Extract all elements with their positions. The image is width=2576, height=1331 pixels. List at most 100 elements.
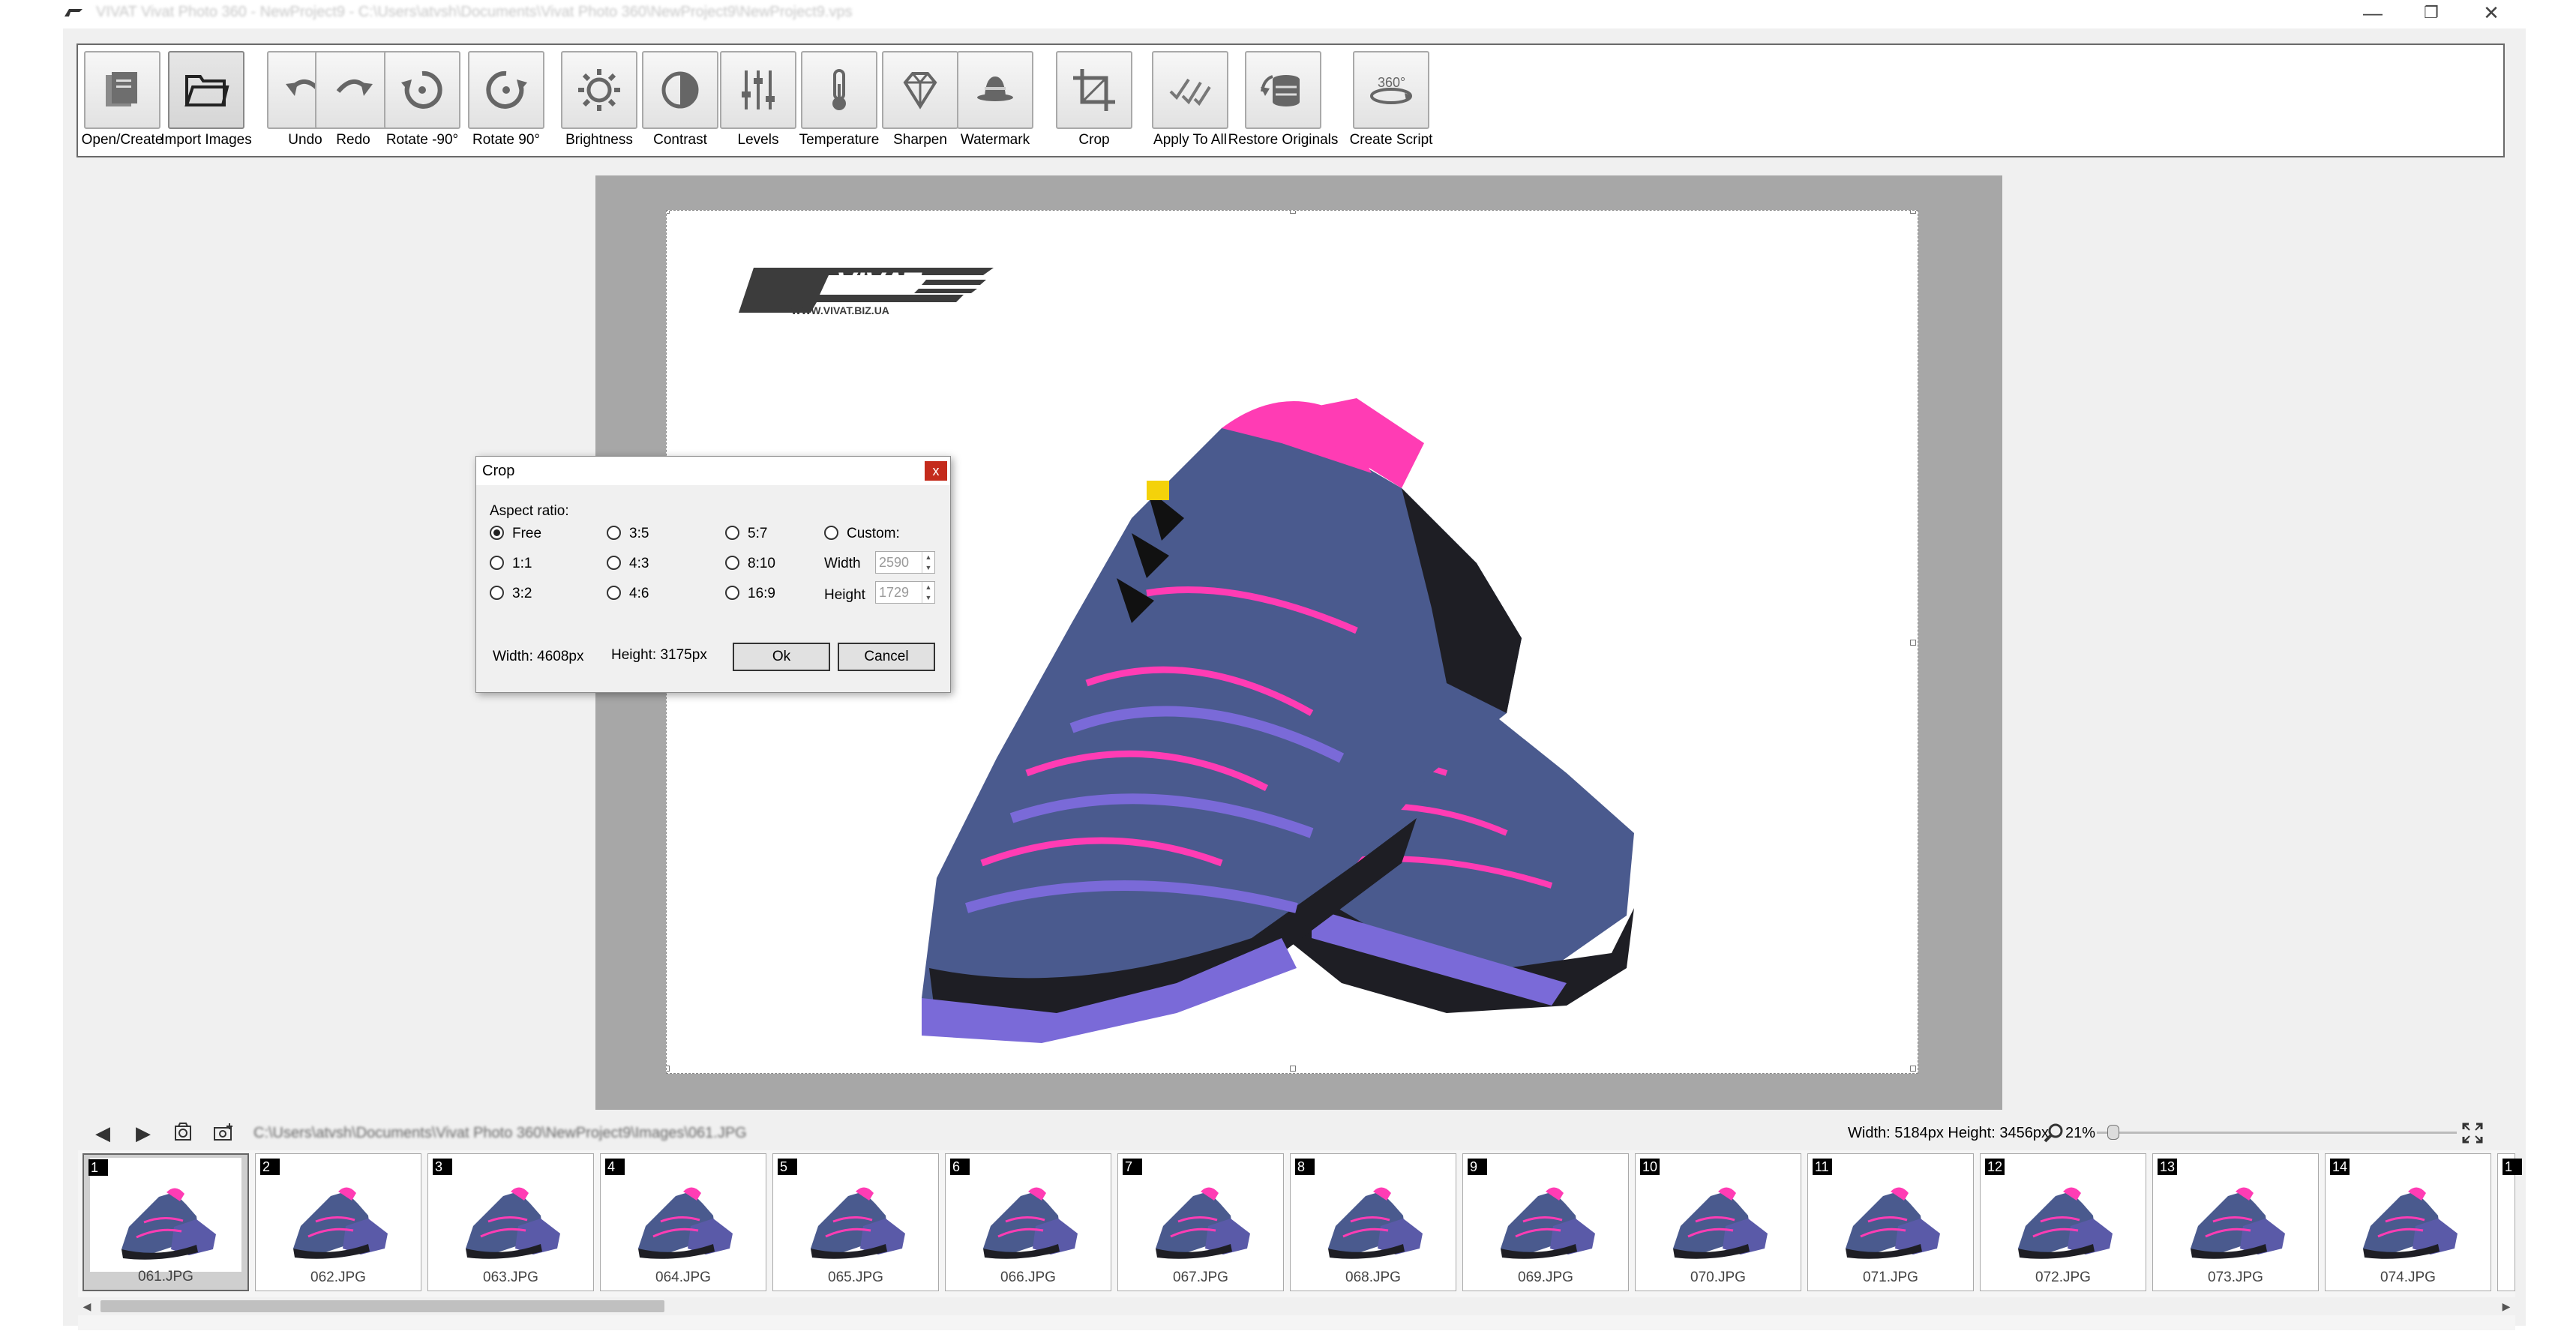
ok-button[interactable]: Ok bbox=[733, 643, 830, 671]
scroll-left-arrow[interactable]: ◀ bbox=[78, 1297, 96, 1315]
filmstrip-thumbnail[interactable]: 12 072.JPG bbox=[1980, 1153, 2146, 1291]
sliders-button[interactable] bbox=[720, 51, 796, 129]
radio-free-label: Free bbox=[512, 526, 542, 541]
width-spinner-arrows[interactable]: ▲ ▼ bbox=[922, 552, 934, 573]
zoom-slider-track[interactable] bbox=[2097, 1132, 2457, 1134]
thumbnail-image bbox=[1328, 1187, 1423, 1259]
checkmarks-button[interactable] bbox=[1152, 51, 1228, 129]
checkmarks-tool[interactable]: Apply To All bbox=[1152, 51, 1228, 154]
rotate-right-tool[interactable]: Rotate 90° bbox=[468, 51, 544, 154]
cancel-button[interactable]: Cancel bbox=[838, 643, 935, 671]
crop-tool[interactable]: Crop bbox=[1056, 51, 1132, 154]
crop-handle-bl[interactable] bbox=[667, 1066, 670, 1072]
thumbnail-number: 2 bbox=[260, 1159, 280, 1175]
folder-open-icon bbox=[184, 75, 229, 106]
crop-width-readout: Width: 4608px bbox=[493, 649, 584, 664]
thermometer-icon bbox=[832, 69, 846, 110]
crop-handle-tm[interactable] bbox=[1290, 211, 1296, 214]
radio-3-2[interactable] bbox=[490, 586, 504, 600]
redo-button[interactable] bbox=[315, 51, 391, 129]
crop-handle-mr[interactable] bbox=[1910, 640, 1916, 646]
radio-custom[interactable] bbox=[824, 526, 838, 540]
thumbnail-number: 12 bbox=[1985, 1159, 2005, 1175]
watermark-tool[interactable]: Watermark bbox=[957, 51, 1033, 154]
crop-button[interactable] bbox=[1056, 51, 1132, 129]
add-image-icon[interactable] bbox=[211, 1120, 237, 1146]
toolbar: Open/Create Import Images Undo Redo Rotate -… bbox=[76, 43, 2505, 157]
filmstrip-thumbnail[interactable]: 1 061.JPG bbox=[82, 1153, 249, 1291]
crop-handle-br[interactable] bbox=[1910, 1066, 1916, 1072]
radio-free[interactable] bbox=[490, 526, 504, 540]
folder-open-tool[interactable]: Import Images bbox=[160, 51, 252, 154]
filmstrip-thumbnail[interactable]: 2 062.JPG bbox=[255, 1153, 421, 1291]
restore-button[interactable] bbox=[1245, 51, 1321, 129]
custom-height-input[interactable]: 1729 ▲ ▼ bbox=[875, 581, 935, 604]
crop-handle-bm[interactable] bbox=[1290, 1066, 1296, 1072]
filmstrip-thumbnail[interactable]: 13 073.JPG bbox=[2152, 1153, 2319, 1291]
thumbnail-number: 1 bbox=[2503, 1159, 2522, 1175]
thumbnail-filename: 063.JPG bbox=[483, 1270, 538, 1285]
radio-16-9[interactable] bbox=[725, 586, 739, 600]
thumbnail-number: 3 bbox=[433, 1159, 452, 1175]
thumbnail-image bbox=[638, 1187, 733, 1259]
height-spinner-arrows[interactable]: ▲ ▼ bbox=[922, 582, 934, 603]
thumbnail-filename: 061.JPG bbox=[138, 1269, 193, 1285]
maximize-button[interactable]: ❐ bbox=[2407, 0, 2455, 27]
zoom-level: 21% bbox=[2065, 1125, 2096, 1141]
radio-4-6[interactable] bbox=[607, 586, 621, 600]
sun-button[interactable] bbox=[561, 51, 637, 129]
filmstrip-thumbnail[interactable]: 1 bbox=[2497, 1153, 2522, 1291]
thumbnail-image bbox=[466, 1187, 560, 1259]
radio-1-1[interactable] bbox=[490, 556, 504, 570]
shoes-illustration bbox=[922, 398, 1634, 1043]
custom-width-input[interactable]: 2590 ▲ ▼ bbox=[875, 551, 935, 574]
open-create-button[interactable] bbox=[84, 51, 160, 129]
radio-4-3[interactable] bbox=[607, 556, 621, 570]
fullscreen-icon[interactable] bbox=[2461, 1122, 2484, 1144]
radio-5-7[interactable] bbox=[725, 526, 739, 540]
dialog-title-bar[interactable]: Crop x bbox=[476, 457, 950, 485]
delete-image-icon[interactable] bbox=[171, 1120, 196, 1146]
diamond-button[interactable] bbox=[882, 51, 958, 129]
scrollbar-thumb[interactable] bbox=[100, 1300, 664, 1312]
filmstrip-scrollbar[interactable]: ◀ ▶ bbox=[78, 1297, 2515, 1315]
radio-5-7-label: 5:7 bbox=[748, 526, 768, 541]
filmstrip-thumbnail[interactable]: 8 068.JPG bbox=[1290, 1153, 1456, 1291]
watermark-button[interactable] bbox=[957, 51, 1033, 129]
filmstrip-thumbnail[interactable]: 11 071.JPG bbox=[1807, 1153, 1974, 1291]
contrast-button[interactable] bbox=[642, 51, 718, 129]
filmstrip-thumbnail[interactable]: 3 063.JPG bbox=[427, 1153, 594, 1291]
crop-handle-tr[interactable] bbox=[1910, 211, 1916, 214]
filmstrip-thumbnail[interactable]: 4 064.JPG bbox=[600, 1153, 766, 1291]
next-image-icon[interactable]: ▶ bbox=[130, 1120, 156, 1146]
thumbnail-number: 14 bbox=[2330, 1159, 2350, 1175]
zoom-slider-thumb[interactable] bbox=[2107, 1125, 2120, 1140]
close-button[interactable]: ✕ bbox=[2467, 0, 2515, 27]
scroll-right-arrow[interactable]: ▶ bbox=[2497, 1297, 2515, 1315]
image-dimensions: Width: 5184px Height: 3456px bbox=[1848, 1125, 2049, 1141]
dialog-close-button[interactable]: x bbox=[925, 461, 947, 481]
radio-3-5[interactable] bbox=[607, 526, 621, 540]
thumbnail-number: 10 bbox=[1640, 1159, 1660, 1175]
radio-8-10[interactable] bbox=[725, 556, 739, 570]
rotate-360-tool[interactable]: 360° Create Script bbox=[1350, 51, 1432, 154]
rotate-360-button[interactable]: 360° bbox=[1353, 51, 1429, 129]
restore-tool[interactable]: Restore Originals bbox=[1228, 51, 1338, 154]
filmstrip-thumbnail[interactable]: 9 069.JPG bbox=[1462, 1153, 1629, 1291]
zoom-icon[interactable] bbox=[2043, 1122, 2065, 1144]
thumbnail-image bbox=[1501, 1187, 1595, 1259]
filmstrip-thumbnail[interactable]: 5 065.JPG bbox=[772, 1153, 939, 1291]
filmstrip-thumbnail[interactable]: 14 074.JPG bbox=[2325, 1153, 2491, 1291]
thermometer-button[interactable] bbox=[801, 51, 877, 129]
minimize-button[interactable]: — bbox=[2349, 0, 2397, 27]
filmstrip-thumbnail[interactable]: 7 067.JPG bbox=[1117, 1153, 1284, 1291]
folder-open-button[interactable] bbox=[168, 51, 244, 129]
title-bar: VIVAT Vivat Photo 360 - NewProject9 - C:… bbox=[0, 0, 2576, 27]
previous-image-icon[interactable]: ◀ bbox=[90, 1120, 115, 1146]
crop-handle-tl[interactable] bbox=[667, 211, 670, 214]
rotate-left-button[interactable] bbox=[384, 51, 460, 129]
filmstrip-thumbnail[interactable]: 10 070.JPG bbox=[1635, 1153, 1801, 1291]
rotate-right-button[interactable] bbox=[468, 51, 544, 129]
filmstrip-thumbnail[interactable]: 6 066.JPG bbox=[945, 1153, 1111, 1291]
radio-3-2-label: 3:2 bbox=[512, 586, 532, 601]
